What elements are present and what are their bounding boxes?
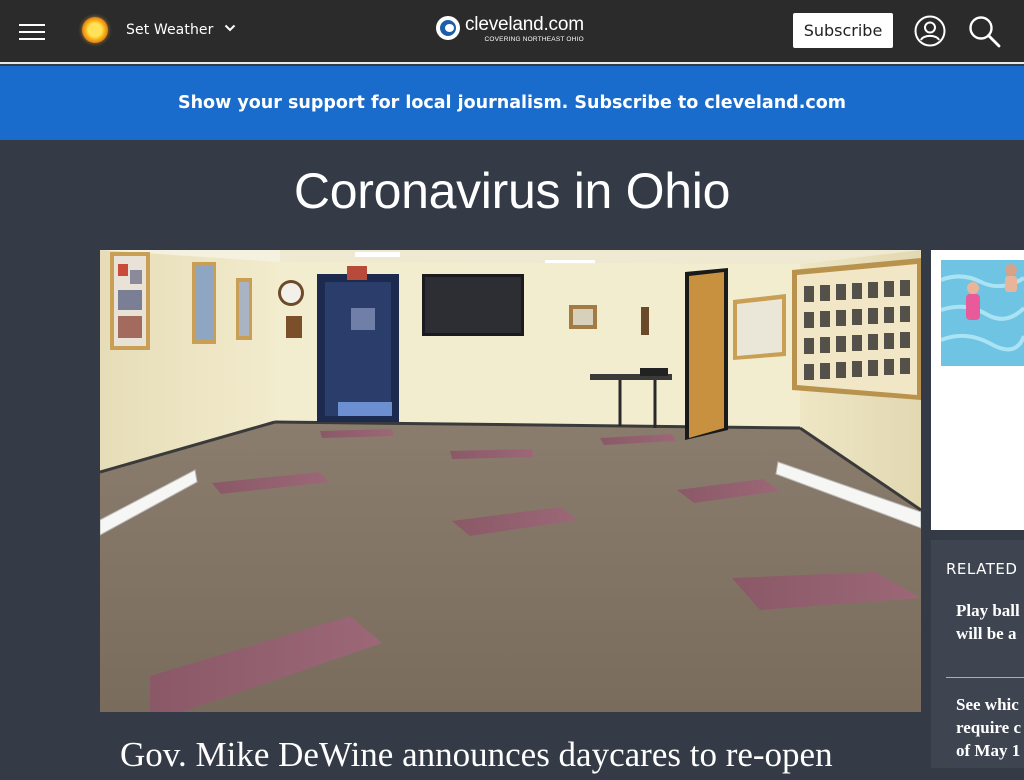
hero-image[interactable]	[100, 250, 921, 712]
set-weather-control[interactable]: Set Weather	[82, 14, 236, 46]
sun-icon	[82, 17, 108, 43]
subscribe-banner[interactable]: Show your support for local journalism. …	[0, 66, 1024, 140]
article-headline[interactable]: Gov. Mike DeWine announces daycares to r…	[120, 730, 910, 780]
related-stories: RELATED Play ball will be a See whic req…	[931, 540, 1024, 768]
related-story-line: Play ball	[956, 601, 1020, 620]
related-story-link[interactable]: Play ball will be a	[956, 599, 1024, 645]
search-icon[interactable]	[968, 15, 1002, 49]
user-icon[interactable]	[914, 15, 946, 47]
subscribe-button[interactable]: Subscribe	[793, 13, 893, 48]
related-divider	[946, 677, 1024, 678]
top-navigation-bar: Set Weather cleveland.com COVERING NORTH…	[0, 0, 1024, 64]
related-story-line: require c	[956, 718, 1021, 737]
logo-tagline: COVERING NORTHEAST OHIO	[484, 36, 584, 43]
logo-name: cleveland.com	[465, 14, 584, 35]
menu-icon[interactable]	[19, 23, 45, 41]
pool-image[interactable]	[941, 260, 1024, 366]
section-title[interactable]: Coronavirus in Ohio	[0, 160, 1024, 222]
logo-mark-icon	[436, 16, 460, 40]
chevron-down-icon	[224, 24, 235, 32]
related-story-link[interactable]: See whic require c of May 1	[956, 693, 1024, 762]
weather-label: Set Weather	[126, 22, 214, 38]
related-heading: RELATED	[946, 560, 1018, 578]
related-story-line: of May 1	[956, 741, 1021, 760]
related-story-line: See whic	[956, 695, 1019, 714]
site-logo[interactable]: cleveland.com COVERING NORTHEAST OHIO	[436, 14, 596, 46]
related-story-line: will be a	[956, 624, 1017, 643]
side-story-card[interactable]	[931, 250, 1024, 530]
